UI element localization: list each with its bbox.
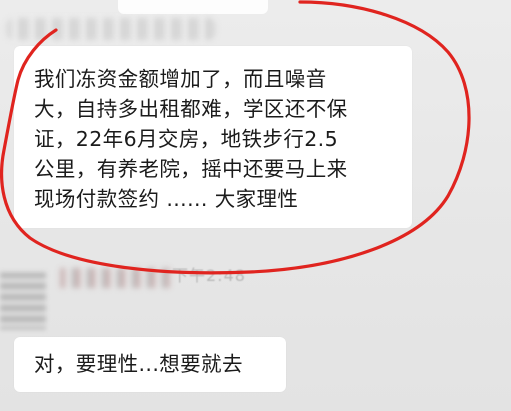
blurred-sender-name [60, 268, 170, 288]
message-bubble[interactable]: 我们冻资金额增加了，而且噪音 大，自持多出租都难，学区还不保 证，22年6月交房… [14, 46, 412, 228]
message-text: 我们冻资金额增加了，而且噪音 大，自持多出租都难，学区还不保 证，22年6月交房… [34, 67, 348, 211]
blurred-sender-name [6, 18, 216, 40]
reply-message-bubble[interactable]: 对，要理性...想要就去 [14, 337, 286, 392]
reply-message-text: 对，要理性...想要就去 [34, 352, 243, 376]
blurred-avatar[interactable] [0, 272, 46, 330]
previous-message-bubble [118, 0, 268, 14]
chat-screen: 我们冻资金额增加了，而且噪音 大，自持多出租都难，学区还不保 证，22年6月交房… [0, 0, 511, 411]
message-timestamp: 下午2:48 [172, 266, 246, 285]
